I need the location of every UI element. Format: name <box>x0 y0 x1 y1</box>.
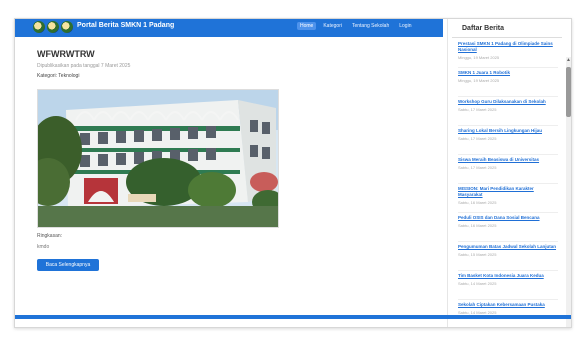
post-title: WFWRWTRW <box>37 49 95 59</box>
news-date: Minggu, 19 Maret 2025 <box>458 78 500 83</box>
news-link[interactable]: SMKN 1 Juara 1 Robotik <box>458 70 558 76</box>
city-emblem-icon <box>61 21 73 33</box>
scroll-thumb[interactable] <box>566 67 571 117</box>
news-item: MISSION: Mari Pendidikan Karakter Masyar… <box>458 186 558 213</box>
news-item: Tim Basket Kota Indonesia Juara Kedua Sa… <box>458 273 558 300</box>
read-more-button[interactable]: Baca Selengkapnya <box>37 259 99 271</box>
news-sidebar: Daftar Berita Prestasi SMKN 1 Padang di … <box>447 19 571 327</box>
post-category: Kategori: Teknologi <box>37 73 80 79</box>
scroll-up-icon[interactable]: ▲ <box>566 57 571 63</box>
news-date: Sabtu, 15 Maret 2025 <box>458 252 497 257</box>
summary-text: kmdo <box>37 244 50 250</box>
news-date: Sabtu, 14 Maret 2025 <box>458 281 497 286</box>
news-item: Siswa Meraih Beasiswa di Universitas Sab… <box>458 157 558 184</box>
top-navbar: Portal Berita SMKN 1 Padang Home Kategor… <box>15 19 443 37</box>
news-item: Prestasi SMKN 1 Padang di Olimpiade Sain… <box>458 41 558 68</box>
news-link[interactable]: Tim Basket Kota Indonesia Juara Kedua <box>458 273 558 279</box>
browser-frame: Portal Berita SMKN 1 Padang Home Kategor… <box>14 18 572 328</box>
post-image <box>37 89 279 228</box>
nav-home[interactable]: Home <box>297 22 317 30</box>
school-logo-icon <box>33 21 45 33</box>
news-link[interactable]: Pengumuman Batas Jadwal Sekolah Lanjutan <box>458 244 558 250</box>
news-date: Sabtu, 16 Maret 2025 <box>458 200 497 205</box>
news-item: Sharing Lokal Bersih Lingkungan Hijau Sa… <box>458 128 558 155</box>
sidebar-title: Daftar Berita <box>462 25 505 32</box>
sidebar-divider <box>452 37 562 38</box>
news-item: Pengumuman Batas Jadwal Sekolah Lanjutan… <box>458 244 558 271</box>
nav-kategori[interactable]: Kategori <box>320 22 345 30</box>
province-emblem-icon <box>47 21 59 33</box>
news-link[interactable]: Prestasi SMKN 1 Padang di Olimpiade Sain… <box>458 41 558 53</box>
news-item: Workshop Guru Dilaksanakan di Sekolah Sa… <box>458 99 558 126</box>
news-date: Sabtu, 17 Maret 2025 <box>458 165 497 170</box>
post-header: WFWRWTRW Dipublikasikan pada tanggal 7 M… <box>37 49 287 79</box>
news-date: Sabtu, 17 Maret 2025 <box>458 136 497 141</box>
news-link[interactable]: MISSION: Mari Pendidikan Karakter Masyar… <box>458 186 558 198</box>
news-item: SMKN 1 Juara 1 Robotik Minggu, 19 Maret … <box>458 70 558 97</box>
summary-label: Ringkasan: <box>37 233 63 239</box>
nav-login[interactable]: Login <box>396 22 414 30</box>
news-date: Sabtu, 17 Maret 2025 <box>458 107 497 112</box>
nav-menu: Home Kategori Tentang Sekolah Login <box>297 22 414 30</box>
footer-bar <box>15 315 571 319</box>
news-date: Minggu, 19 Maret 2025 <box>458 55 500 60</box>
news-link[interactable]: Peduli OSIS dan Dana Sosial Bencana <box>458 215 558 221</box>
brand-title[interactable]: Portal Berita SMKN 1 Padang <box>77 22 174 29</box>
sidebar-scrollbar[interactable]: ▲ ▼ <box>566 57 571 328</box>
news-item: Peduli OSIS dan Dana Sosial Bencana Sabt… <box>458 215 558 242</box>
post-meta: Dipublikasikan pada tanggal 7 Maret 2025 <box>37 63 131 69</box>
school-building-image <box>38 90 278 227</box>
news-list: Prestasi SMKN 1 Padang di Olimpiade Sain… <box>458 41 558 327</box>
scroll-down-icon[interactable]: ▼ <box>566 327 571 328</box>
nav-tentang-sekolah[interactable]: Tentang Sekolah <box>349 22 392 30</box>
news-link[interactable]: Workshop Guru Dilaksanakan di Sekolah <box>458 99 558 105</box>
news-link[interactable]: Siswa Meraih Beasiswa di Universitas <box>458 157 558 163</box>
news-link[interactable]: Sekolah Ciptakan Kebersamaan Pustaka <box>458 302 558 308</box>
news-date: Sabtu, 16 Maret 2025 <box>458 223 497 228</box>
news-link[interactable]: Sharing Lokal Bersih Lingkungan Hijau <box>458 128 558 134</box>
